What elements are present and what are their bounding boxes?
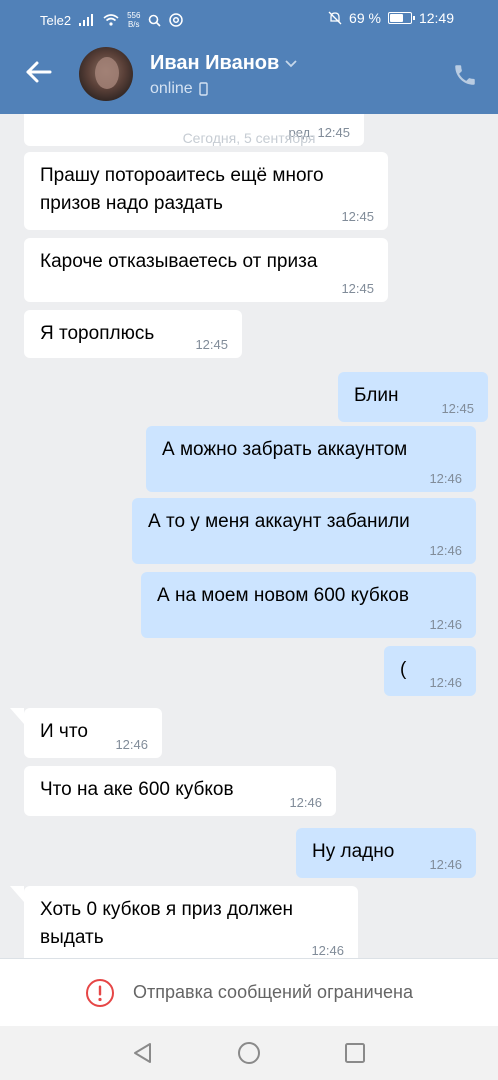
message-outgoing[interactable]: Блин 12:45	[338, 372, 488, 422]
message-incoming[interactable]: Хоть 0 кубков я приз должен выдать 12:46	[24, 886, 358, 958]
message-outgoing[interactable]: А можно забрать аккаунтом 12:46	[146, 426, 476, 492]
nav-back-icon[interactable]	[130, 1040, 156, 1066]
chevron-down-icon	[285, 59, 297, 67]
system-navigation-bar	[0, 1026, 498, 1080]
mobile-phone-icon	[199, 82, 208, 96]
wifi-icon	[103, 14, 119, 26]
date-separator: Сегодня, 5 сентября	[182, 130, 316, 146]
message-outgoing[interactable]: Ну ладно 12:46	[296, 828, 476, 878]
bubble-tail	[10, 708, 24, 724]
warning-circle-icon	[86, 978, 114, 1007]
message-outgoing[interactable]: А на моем новом 600 кубков 12:46	[141, 572, 476, 638]
message-incoming[interactable]: Кароче отказываетесь от приза 12:45	[24, 238, 388, 302]
network-speed: 556 B/s	[127, 11, 141, 29]
status-bar: Tele2 556 B/s 69 % 12:49	[0, 0, 498, 38]
message-outgoing[interactable]: ( 12:46	[384, 646, 476, 696]
message-incoming[interactable]: Прашу потороаитесь ещё много призов надо…	[24, 152, 388, 230]
back-arrow-icon[interactable]	[22, 56, 54, 88]
contact-name[interactable]: Иван Иванов	[150, 52, 297, 75]
message-list[interactable]: ред. 12:45 Сегодня, 5 сентября Прашу пот…	[0, 114, 498, 958]
nav-home-icon[interactable]	[236, 1040, 262, 1066]
message-incoming[interactable]: И что 12:46	[24, 708, 162, 758]
app-header: Tele2 556 B/s 69 % 12:49 Иван Иванов onl…	[0, 0, 498, 114]
nav-recents-icon[interactable]	[342, 1040, 368, 1066]
message-outgoing[interactable]: А то у меня аккаунт забанили 12:46	[132, 498, 476, 564]
battery-percent: 69 %	[349, 10, 381, 26]
carrier-label: Tele2	[40, 12, 72, 28]
restricted-text: Отправка сообщений ограничена	[133, 982, 413, 1002]
mute-bell-icon	[328, 11, 342, 25]
contact-status: online	[150, 80, 208, 98]
messaging-restricted-bar: Отправка сообщений ограничена	[0, 958, 498, 1026]
battery-icon	[387, 12, 415, 24]
bubble-tail	[10, 886, 24, 902]
search-icon	[149, 14, 162, 27]
signal-icon	[79, 14, 94, 26]
message-incoming[interactable]: Я тороплюсь 12:45	[24, 310, 242, 358]
avatar[interactable]	[79, 47, 133, 101]
message-incoming[interactable]: Что на аке 600 кубков 12:46	[24, 766, 336, 816]
at-sign-icon	[169, 13, 184, 27]
phone-call-icon[interactable]	[452, 62, 478, 88]
clock: 12:49	[418, 10, 454, 26]
